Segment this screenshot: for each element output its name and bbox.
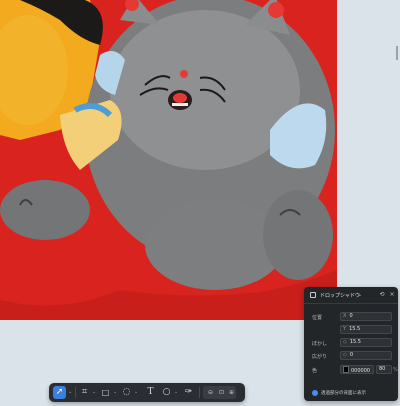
show-behind-transparency-label: 透過部分の背面に表示	[321, 391, 366, 396]
rectangle-icon[interactable]: □	[99, 386, 112, 399]
close-icon[interactable]: ×	[388, 291, 396, 299]
chevron-down-icon[interactable]: ⌄	[68, 389, 72, 395]
crop-icon[interactable]: ⌗	[78, 386, 91, 399]
chevron-down-icon[interactable]: ⌄	[92, 389, 96, 395]
chevron-down-icon[interactable]: ⌄	[134, 389, 138, 395]
spread-label: 広がり	[312, 354, 328, 360]
canvas-image[interactable]	[0, 0, 337, 320]
show-behind-transparency-checkbox[interactable]	[312, 390, 318, 396]
color-hex-field[interactable]: 000000	[340, 365, 374, 374]
zoom-in-icon[interactable]: ⊕	[225, 386, 238, 399]
color-swatch[interactable]	[343, 366, 349, 373]
blur-field[interactable]: ◇ 15.5	[340, 338, 392, 347]
position-label: 位置	[312, 315, 323, 321]
lasso-icon[interactable]: ◌	[120, 386, 133, 399]
position-x-field[interactable]: X0	[340, 312, 392, 321]
panel-header: ドロップシャドウ ⌄ ⟲ ×	[304, 287, 398, 304]
blur-label: ぼかし	[312, 341, 328, 347]
pen-icon[interactable]: ✑	[182, 386, 195, 399]
select-arrow-icon[interactable]: ➚	[53, 386, 66, 399]
panel-title: ドロップシャドウ	[320, 293, 361, 299]
ellipse-icon[interactable]: ○	[160, 386, 173, 399]
bottom-toolbar: ➚ ⌄ ⌗ ⌄ □ ⌄ ◌ ⌄ T ○ ⌄ ✑ ⊖ ⊡ ⊕	[49, 383, 245, 402]
chevron-down-icon[interactable]: ⌄	[174, 389, 178, 395]
reset-icon[interactable]: ⟲	[378, 291, 386, 299]
toolbar-divider	[75, 387, 76, 398]
chevron-down-icon[interactable]: ⌄	[356, 291, 364, 299]
spread-field[interactable]: ◇ 0	[340, 351, 392, 360]
scroll-indicator[interactable]	[396, 46, 398, 60]
drop-shadow-panel: ドロップシャドウ ⌄ ⟲ × 位置 X0 Y 15.5 ぼかし ◇ 15.5 広がり…	[304, 287, 398, 401]
text-icon[interactable]: T	[144, 386, 157, 399]
chevron-down-icon[interactable]: ⌄	[113, 389, 117, 395]
color-label: 色	[312, 368, 318, 374]
opacity-unit: %	[393, 367, 398, 373]
opacity-field[interactable]: 80	[376, 365, 392, 374]
position-y-field[interactable]: Y 15.5	[340, 325, 392, 334]
panel-enable-checkbox[interactable]	[310, 292, 316, 298]
toolbar-divider	[199, 387, 200, 398]
